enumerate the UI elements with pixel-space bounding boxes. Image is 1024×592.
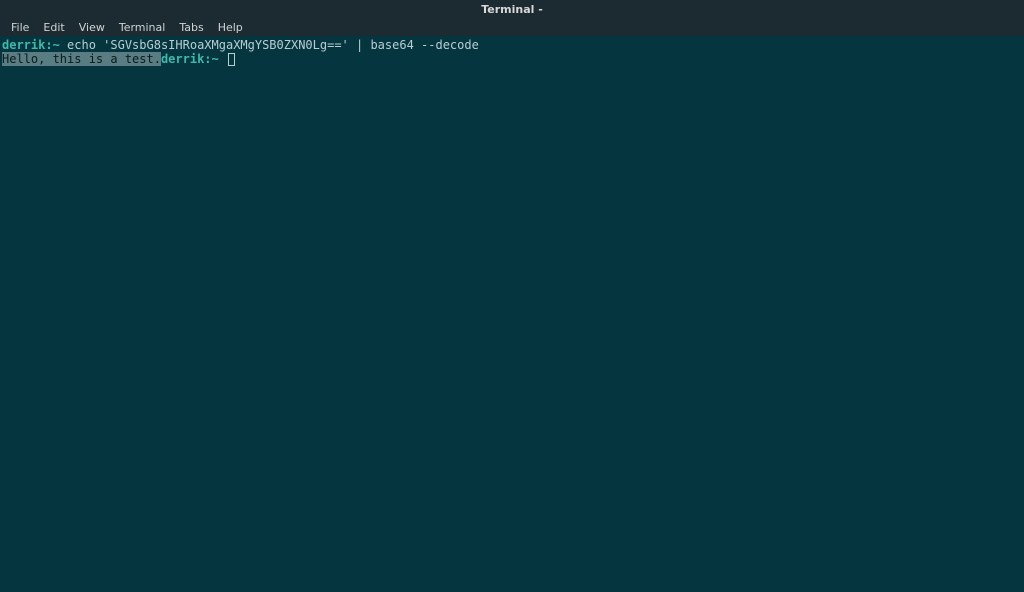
terminal-viewport[interactable]: derrik:~ echo 'SGVsbG8sIHRoaXMgaXMgYSB0Z…	[0, 36, 1024, 68]
menu-file[interactable]: File	[4, 19, 36, 36]
menu-help[interactable]: Help	[211, 19, 250, 36]
prompt-line-1: derrik:~	[2, 38, 60, 52]
command-line-1: echo 'SGVsbG8sIHRoaXMgaXMgYSB0ZXN0Lg==' …	[60, 38, 479, 52]
menu-tabs[interactable]: Tabs	[172, 19, 210, 36]
cursor	[228, 53, 235, 66]
output-line-2: Hello, this is a test.	[2, 52, 161, 66]
menu-edit[interactable]: Edit	[36, 19, 71, 36]
window-titlebar: Terminal -	[0, 0, 1024, 18]
menubar: File Edit View Terminal Tabs Help	[0, 18, 1024, 36]
window-title: Terminal -	[481, 3, 543, 16]
prompt-line-2: derrik:~	[161, 52, 226, 66]
menu-terminal[interactable]: Terminal	[112, 19, 173, 36]
menu-view[interactable]: View	[72, 19, 112, 36]
